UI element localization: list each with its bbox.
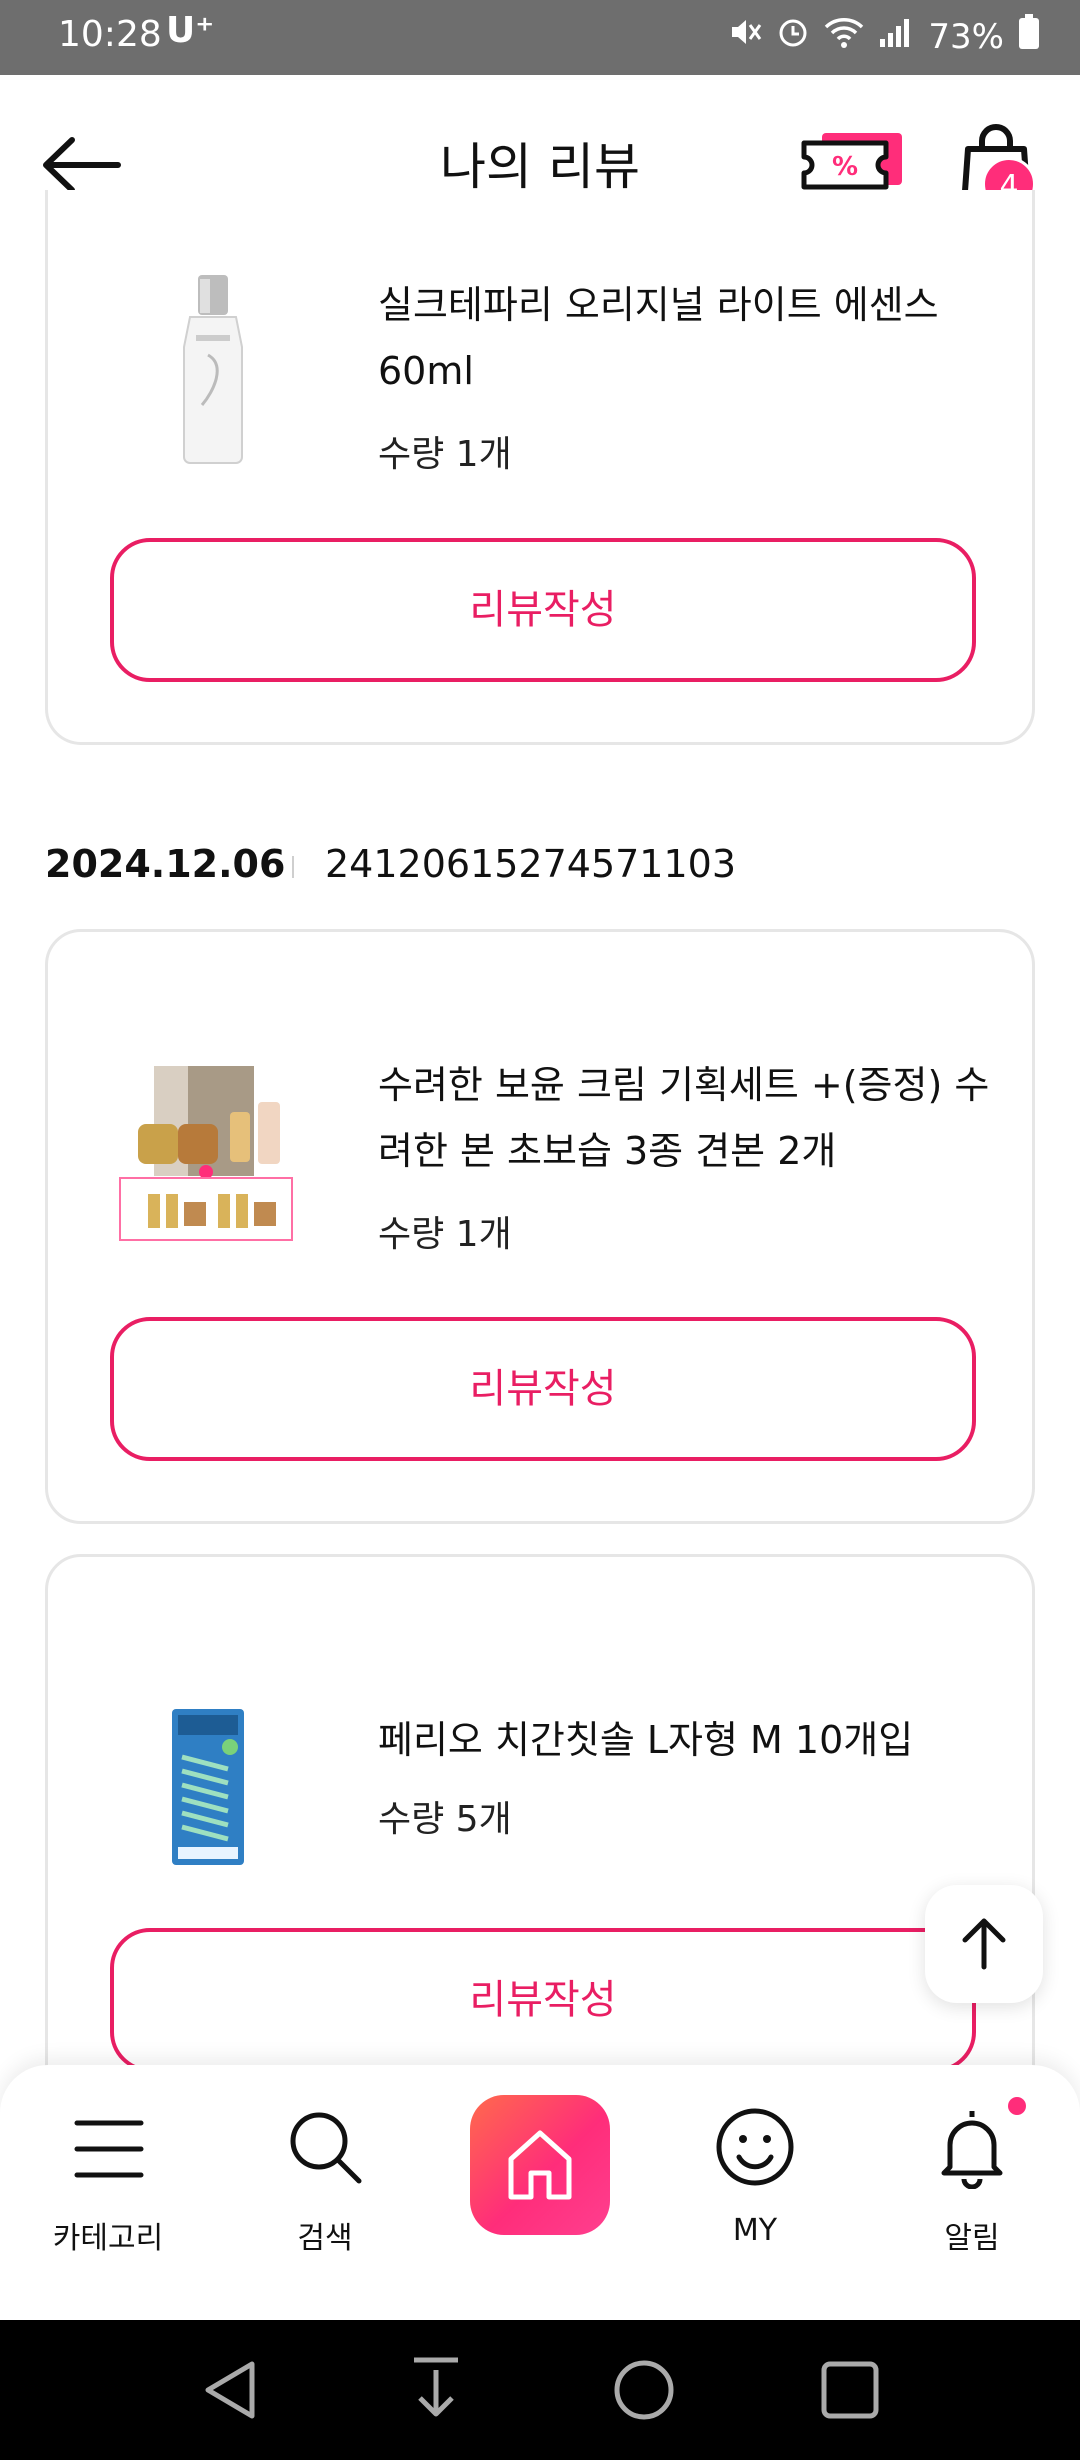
review-card: 수려한 보윤 크림 기획세트 +(증정) 수려한 본 초보습 3종 견본 2개 … — [45, 929, 1035, 1524]
scroll-to-top-button[interactable] — [925, 1885, 1043, 2003]
product-thumbnail — [118, 1062, 294, 1246]
alarm-icon — [776, 15, 810, 58]
nav-category-label: 카테고리 — [52, 2221, 164, 2256]
system-navigation-bar — [0, 2320, 1080, 2460]
notification-dot — [1008, 2097, 1026, 2115]
review-card: 실크테파리 오리지널 라이트 에센스 60ml 수량 1개 리뷰작성 — [45, 190, 1035, 745]
battery-percent: 73% — [928, 16, 1004, 57]
menu-icon — [74, 2120, 144, 2178]
product-quantity: 수량 1개 — [378, 1214, 512, 1255]
status-carrier: U⁺ — [166, 10, 215, 51]
recents-square-icon[interactable] — [820, 2360, 880, 2420]
write-review-button[interactable]: 리뷰작성 — [110, 1928, 976, 2072]
status-bar: 10:28 U⁺ 73% — [0, 0, 1080, 75]
product-name[interactable]: 페리오 치간칫솔 L자형 M 10개입 — [378, 1707, 998, 1773]
write-review-button[interactable]: 리뷰작성 — [110, 1317, 976, 1461]
order-date: 2024.12.06 — [45, 842, 286, 886]
product-thumbnail — [168, 1707, 248, 1871]
svg-text:%: % — [832, 152, 858, 182]
product-name[interactable]: 수려한 보윤 크림 기획세트 +(증정) 수려한 본 초보습 3종 견본 2개 — [378, 1052, 998, 1184]
write-review-button[interactable]: 리뷰작성 — [110, 538, 976, 682]
download-arrow-icon[interactable] — [408, 2356, 464, 2420]
battery-icon — [1018, 14, 1040, 59]
product-quantity: 수량 1개 — [378, 434, 512, 475]
bell-icon — [941, 2111, 1003, 2189]
product-thumbnail — [168, 275, 258, 469]
nav-alerts-label: 알림 — [944, 2221, 1000, 2256]
nav-alerts[interactable]: 알림 — [872, 2065, 1072, 2320]
nav-my-label: MY — [732, 2213, 778, 2248]
status-time: 10:28 — [58, 14, 162, 55]
home-circle-icon[interactable] — [612, 2358, 676, 2422]
product-quantity: 수량 5개 — [378, 1799, 512, 1840]
product-name[interactable]: 실크테파리 오리지널 라이트 에센스 60ml — [378, 272, 998, 404]
back-triangle-icon[interactable] — [200, 2358, 260, 2422]
nav-search-label: 검색 — [297, 2221, 353, 2256]
divider — [292, 856, 294, 878]
review-card: 페리오 치간칫솔 L자형 M 10개입 수량 5개 리뷰작성 — [45, 1554, 1035, 2114]
search-icon — [290, 2112, 362, 2184]
order-number[interactable]: 24120615274571103 — [325, 842, 736, 886]
nav-search[interactable]: 검색 — [225, 2065, 425, 2320]
status-icons: 73% — [728, 14, 1040, 59]
arrow-up-icon — [962, 1918, 1006, 1970]
page-title: 나의 리뷰 — [440, 138, 640, 196]
smiley-icon — [716, 2108, 794, 2186]
mute-icon — [728, 15, 762, 58]
nav-home-button[interactable] — [470, 2095, 610, 2235]
bottom-navigation: 카테고리 검색 MY 알림 — [0, 2065, 1080, 2320]
wifi-icon — [824, 15, 864, 58]
nav-my[interactable]: MY — [655, 2065, 855, 2320]
nav-category[interactable]: 카테고리 — [8, 2065, 208, 2320]
home-icon — [508, 2130, 572, 2200]
signal-icon — [878, 15, 914, 58]
